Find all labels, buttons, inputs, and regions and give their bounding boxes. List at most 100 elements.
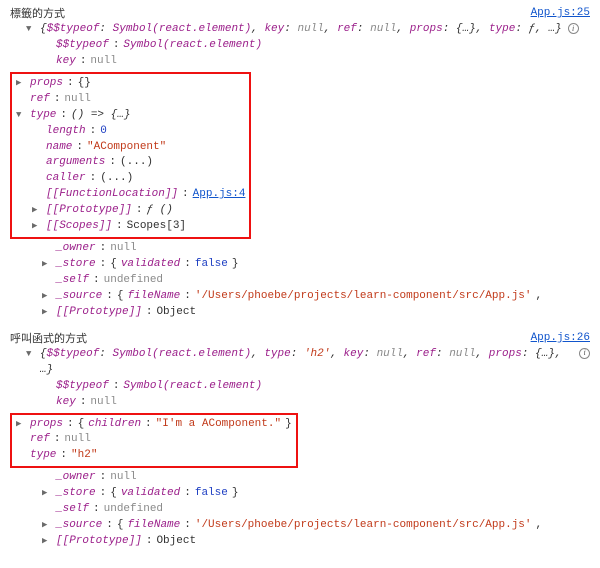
expand-right-icon[interactable]: ▶ (16, 77, 24, 90)
prop-value: undefined (104, 502, 163, 518)
prop-value: (...) (120, 155, 153, 171)
expand-right-icon[interactable]: ▶ (42, 306, 50, 319)
expand-right-icon[interactable]: ▶ (16, 418, 24, 431)
expand-right-icon[interactable]: ▶ (32, 220, 40, 233)
prop-value: , (536, 518, 543, 534)
prop-value: } (232, 257, 239, 273)
prop-key: _self (56, 273, 89, 289)
prop-value: ƒ () (146, 203, 172, 219)
prop-value: "h2" (71, 448, 97, 464)
expand-right-icon[interactable]: ▶ (42, 535, 50, 548)
object-property: ▶length: 0 (16, 124, 245, 140)
prop-value: "I'm a AComponent." (156, 417, 281, 433)
prop-value: '/Users/phoebe/projects/learn-component/… (195, 289, 532, 305)
prop-value: { (117, 289, 124, 305)
prop-key: type (30, 108, 56, 124)
source-link[interactable]: App.js:4 (193, 187, 246, 203)
object-preview[interactable]: ▼{$$typeof: Symbol(react.element), key: … (10, 22, 590, 38)
prop-value: 0 (100, 124, 107, 140)
prop-value: Symbol(react.element) (123, 38, 262, 54)
highlighted-props: ▶props: {}▶ref: null▼type: () => {…}▶len… (10, 72, 251, 239)
prop-key: _store (56, 257, 96, 273)
info-icon[interactable]: i (579, 348, 590, 359)
expand-right-icon[interactable]: ▶ (42, 487, 50, 500)
object-property[interactable]: ▶props: {} (16, 76, 245, 92)
expand-down-icon[interactable]: ▼ (16, 109, 24, 122)
object-property: ▶_owner: null (10, 470, 590, 486)
object-property[interactable]: ▼type: () => {…} (16, 108, 245, 124)
object-property[interactable]: ▶[[Scopes]]: Scopes[3] (16, 219, 245, 235)
prop-key: validated (121, 257, 180, 273)
object-property[interactable]: ▶props: {children: "I'm a AComponent."} (16, 417, 292, 433)
object-property[interactable]: ▶_source: {fileName: '/Users/phoebe/proj… (10, 518, 590, 534)
object-property[interactable]: ▶_source: {fileName: '/Users/phoebe/proj… (10, 289, 590, 305)
object-property: ▶_self: undefined (10, 273, 590, 289)
prop-key: fileName (127, 518, 180, 534)
object-property[interactable]: ▶[[Prototype]]: ƒ () (16, 203, 245, 219)
prop-key: $$typeof (56, 379, 109, 395)
highlighted-props: ▶props: {children: "I'm a AComponent."}▶… (10, 413, 298, 469)
expand-right-icon[interactable]: ▶ (42, 290, 50, 303)
object-property[interactable]: ▶_store: {validated: false} (10, 257, 590, 273)
expand-right-icon[interactable]: ▶ (42, 258, 50, 271)
prop-key: arguments (46, 155, 105, 171)
prop-value: false (195, 257, 228, 273)
prop-key: ref (30, 432, 50, 448)
prop-key: [[Prototype]] (56, 305, 142, 321)
object-property: ▶[[FunctionLocation]]: App.js:4 (16, 187, 245, 203)
object-property: ▶$$typeof: Symbol(react.element) (10, 379, 590, 395)
prop-key: length (46, 124, 86, 140)
prop-key: ref (30, 92, 50, 108)
prop-value: Object (156, 305, 196, 321)
prop-key: type (30, 448, 56, 464)
prop-value: null (64, 432, 90, 448)
object-property: ▶ref: null (16, 92, 245, 108)
log-header: 呼叫函式的方式 App.js:26 (10, 331, 590, 347)
prop-key: $$typeof (56, 38, 109, 54)
prop-value: { (78, 417, 85, 433)
object-property[interactable]: ▶[[Prototype]]: Object (10, 534, 590, 550)
object-property: ▶_owner: null (10, 241, 590, 257)
prop-value: () => {…} (71, 108, 130, 124)
info-icon[interactable]: i (568, 23, 579, 34)
object-property[interactable]: ▶_store: {validated: false} (10, 486, 590, 502)
object-property: ▶key: null (10, 54, 590, 70)
prop-value: } (285, 417, 292, 433)
prop-key: _self (56, 502, 89, 518)
expand-right-icon[interactable]: ▶ (42, 519, 50, 532)
object-property: ▶type: "h2" (16, 448, 292, 464)
expand-down-icon[interactable]: ▼ (26, 348, 34, 361)
prop-value: Symbol(react.element) (123, 379, 262, 395)
expand-down-icon[interactable]: ▼ (26, 23, 34, 36)
source-link[interactable]: App.js:26 (531, 331, 590, 347)
console-log-group: 標籤的方式 App.js:25▼{$$typeof: Symbol(react.e… (10, 6, 590, 321)
prop-value: '/Users/phoebe/projects/learn-component/… (195, 518, 532, 534)
prop-value: { (110, 257, 117, 273)
prop-key: [[Prototype]] (46, 203, 132, 219)
prop-value: null (90, 395, 116, 411)
prop-key: fileName (127, 289, 180, 305)
prop-value: } (232, 486, 239, 502)
object-property[interactable]: ▶[[Prototype]]: Object (10, 305, 590, 321)
prop-value: null (90, 54, 116, 70)
object-property: ▶$$typeof: Symbol(react.element) (10, 38, 590, 54)
object-preview[interactable]: ▼{$$typeof: Symbol(react.element), type:… (10, 347, 590, 379)
prop-key: _owner (56, 470, 96, 486)
log-label: 呼叫函式的方式 (10, 331, 87, 347)
prop-key: _source (56, 289, 102, 305)
expand-right-icon[interactable]: ▶ (32, 204, 40, 217)
prop-key: props (30, 76, 63, 92)
prop-key: [[FunctionLocation]] (46, 187, 178, 203)
object-property: ▶_self: undefined (10, 502, 590, 518)
prop-key: props (30, 417, 63, 433)
prop-value: null (110, 470, 136, 486)
source-link[interactable]: App.js:25 (531, 6, 590, 22)
object-property: ▶name: "AComponent" (16, 140, 245, 156)
prop-value: "AComponent" (87, 140, 166, 156)
prop-value: { (117, 518, 124, 534)
prop-value: null (110, 241, 136, 257)
console-log-group: 呼叫函式的方式 App.js:26▼{$$typeof: Symbol(react… (10, 331, 590, 550)
prop-key: key (56, 54, 76, 70)
object-property: ▶ref: null (16, 432, 292, 448)
log-label: 標籤的方式 (10, 6, 65, 22)
